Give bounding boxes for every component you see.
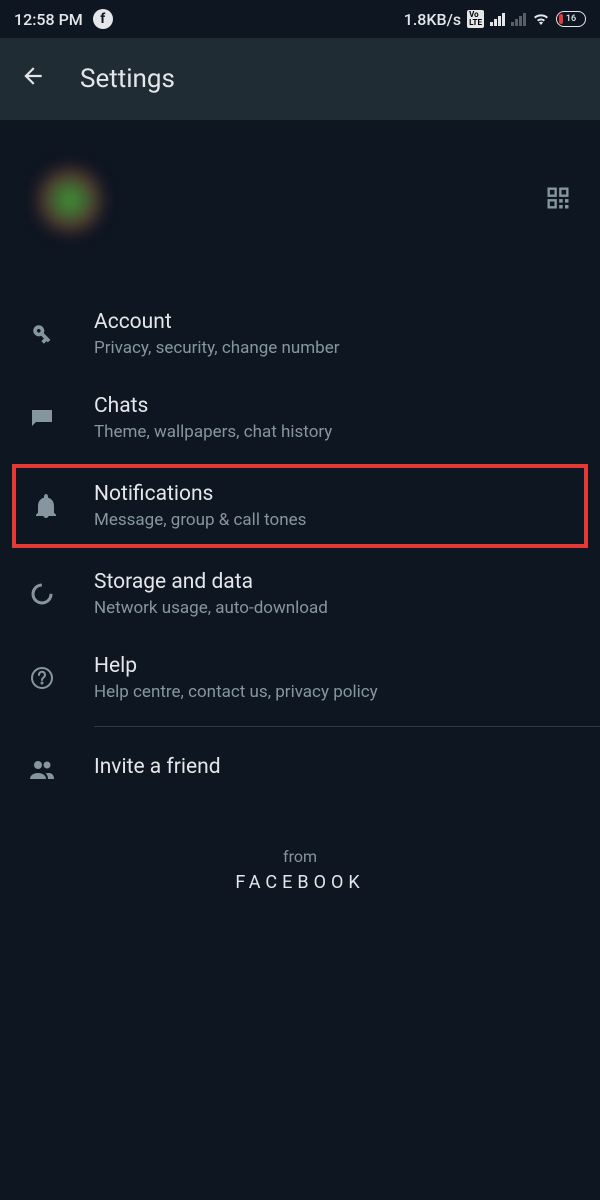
- status-time: 12:58 PM: [14, 10, 83, 29]
- battery-icon: 16: [556, 11, 586, 27]
- footer-from-label: from: [0, 847, 600, 866]
- people-icon: [28, 759, 56, 779]
- menu-item-label: Help: [94, 654, 572, 678]
- help-icon: [28, 666, 56, 690]
- profile-section[interactable]: [0, 120, 600, 280]
- menu-item-label: Account: [94, 310, 572, 334]
- page-title: Settings: [80, 64, 175, 94]
- data-rate: 1.8KB/s: [404, 10, 461, 29]
- menu-item-label: Notifications: [94, 482, 568, 506]
- avatar: [40, 170, 100, 230]
- menu-item-storage[interactable]: Storage and data Network usage, auto-dow…: [0, 552, 600, 636]
- footer: from FACEBOOK: [0, 817, 600, 923]
- menu-item-help[interactable]: Help Help centre, contact us, privacy po…: [0, 636, 600, 720]
- settings-menu: Account Privacy, security, change number…: [0, 280, 600, 817]
- signal-icon: [490, 12, 505, 26]
- menu-item-label: Invite a friend: [94, 755, 572, 779]
- footer-brand: FACEBOOK: [0, 872, 600, 893]
- menu-item-account[interactable]: Account Privacy, security, change number: [0, 292, 600, 376]
- menu-item-subtitle: Help centre, contact us, privacy policy: [94, 682, 572, 702]
- wifi-icon: [532, 10, 550, 29]
- qr-code-icon[interactable]: [544, 184, 572, 216]
- menu-item-subtitle: Theme, wallpapers, chat history: [94, 422, 572, 442]
- menu-item-subtitle: Privacy, security, change number: [94, 338, 572, 358]
- menu-item-label: Storage and data: [94, 570, 572, 594]
- volte-badge: VoLTE: [467, 10, 484, 28]
- chat-icon: [28, 408, 56, 428]
- key-icon: [28, 323, 56, 345]
- menu-item-notifications[interactable]: Notifications Message, group & call tone…: [12, 464, 588, 548]
- bell-icon: [32, 494, 60, 518]
- status-bar: 12:58 PM f 1.8KB/s VoLTE 16: [0, 0, 600, 38]
- signal-icon-2: [511, 12, 526, 26]
- facebook-icon: f: [93, 9, 113, 29]
- divider: [94, 726, 600, 727]
- menu-item-label: Chats: [94, 394, 572, 418]
- menu-item-chats[interactable]: Chats Theme, wallpapers, chat history: [0, 376, 600, 460]
- app-header: Settings: [0, 38, 600, 120]
- data-usage-icon: [28, 582, 56, 606]
- menu-item-subtitle: Network usage, auto-download: [94, 598, 572, 618]
- back-arrow-icon[interactable]: [20, 63, 46, 96]
- menu-item-subtitle: Message, group & call tones: [94, 510, 568, 530]
- menu-item-invite[interactable]: Invite a friend: [0, 733, 600, 805]
